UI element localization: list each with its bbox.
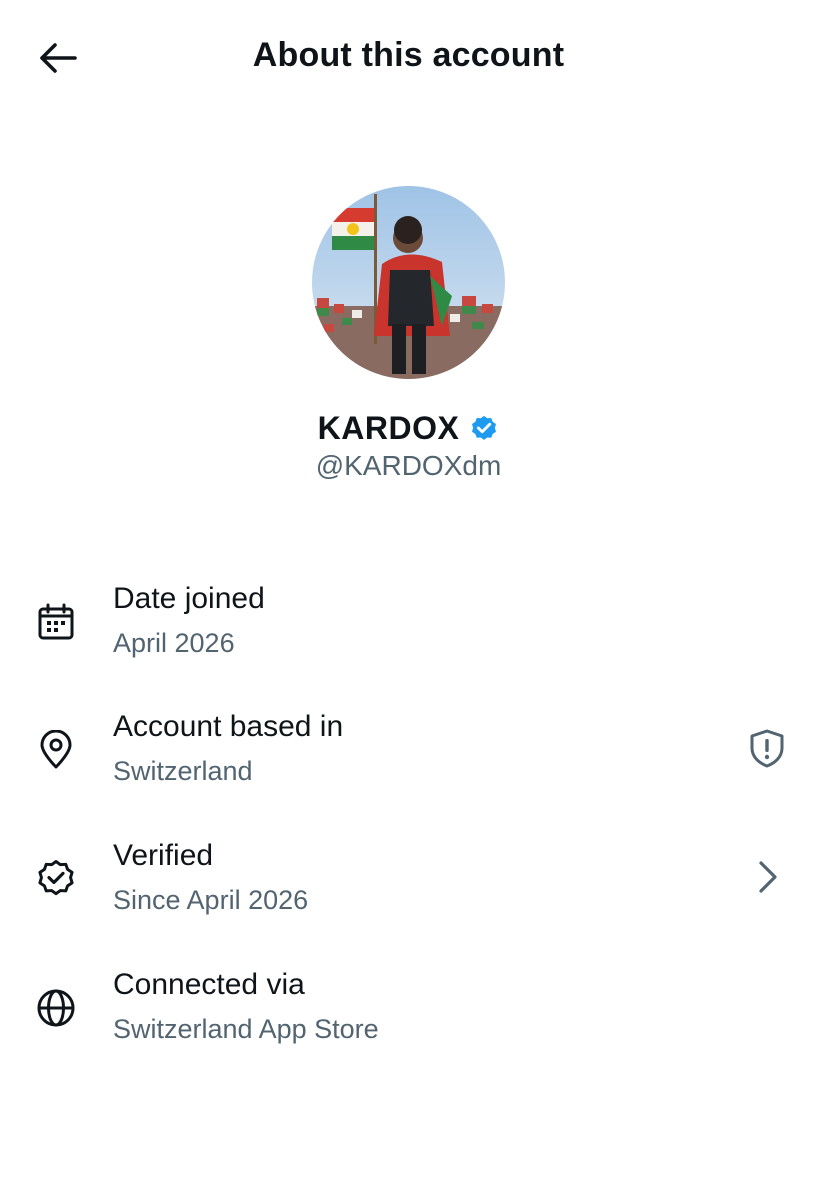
- connected-via-value: Switzerland App Store: [113, 1014, 379, 1044]
- handle: @KARDOXdm: [315, 450, 502, 481]
- account-based-in-row: Account based in Switzerland: [0, 706, 817, 816]
- top-bar: About this account: [0, 0, 817, 116]
- date-joined-value: April 2026: [113, 628, 235, 658]
- location-pin-icon: [34, 728, 78, 772]
- page-title: About this account: [252, 36, 565, 74]
- verified-label: Verified: [113, 839, 214, 872]
- date-joined-row: Date joined April 2026: [0, 578, 817, 688]
- display-name: KARDOX: [317, 410, 460, 446]
- account-based-in-label: Account based in: [113, 710, 344, 743]
- verified-row[interactable]: Verified Since April 2026: [0, 835, 817, 945]
- globe-icon: [34, 986, 78, 1030]
- verified-badge-outline-icon: [34, 857, 78, 901]
- verified-value: Since April 2026: [113, 885, 309, 915]
- chevron-right-icon[interactable]: [745, 855, 789, 899]
- profile-name-row: KARDOX: [0, 410, 817, 447]
- avatar[interactable]: [312, 186, 505, 379]
- connected-via-label: Connected via: [113, 968, 305, 1001]
- date-joined-label: Date joined: [113, 582, 265, 615]
- shield-alert-icon[interactable]: [745, 726, 789, 770]
- calendar-icon: [34, 600, 78, 644]
- account-based-in-value: Switzerland: [113, 756, 253, 786]
- connected-via-row: Connected via Switzerland App Store: [0, 964, 817, 1074]
- verified-badge-icon[interactable]: [469, 414, 499, 444]
